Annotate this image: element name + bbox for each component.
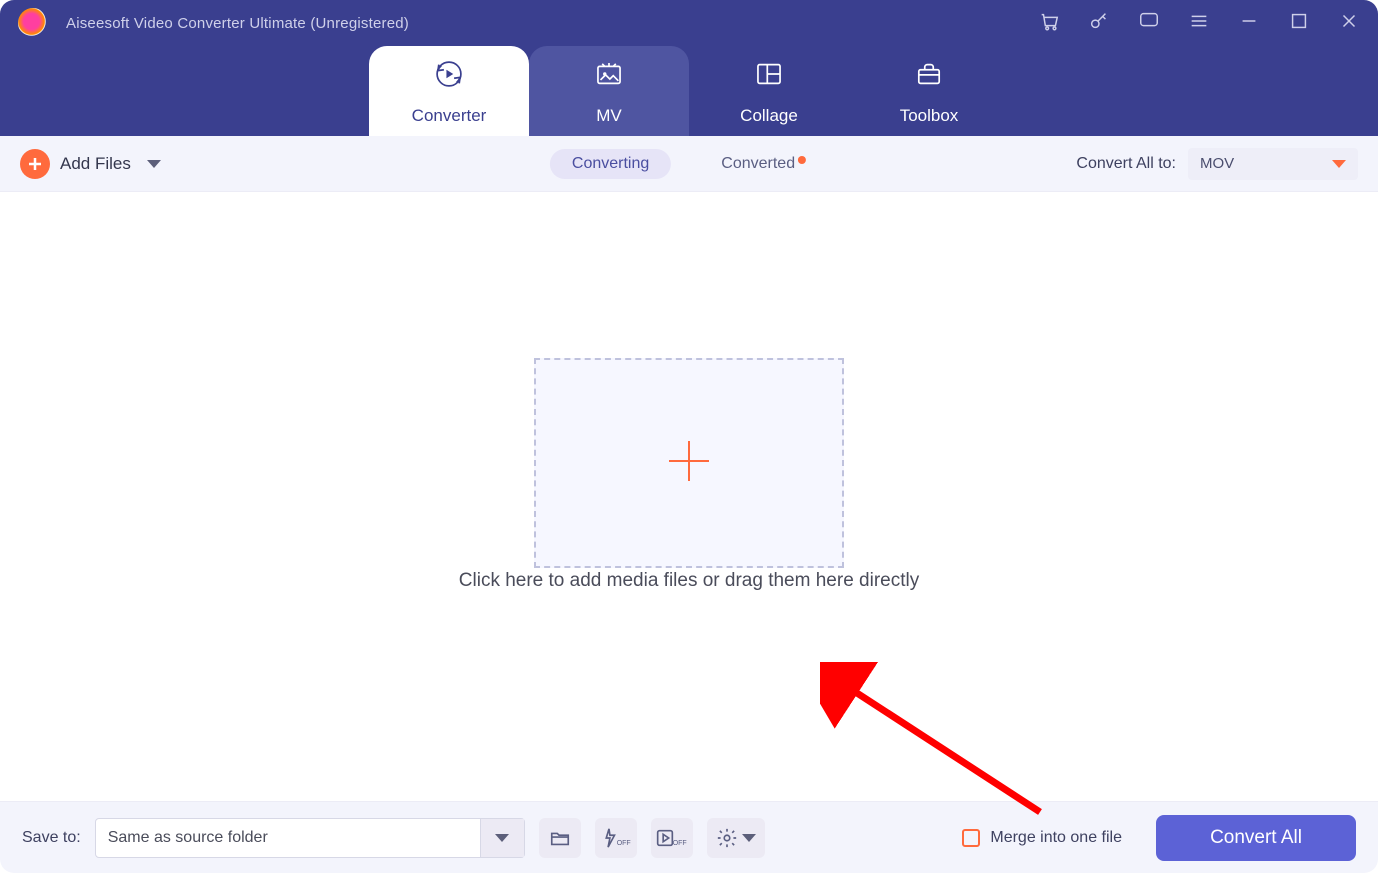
merge-label: Merge into one file: [990, 829, 1122, 847]
off-badge: OFF: [673, 840, 687, 847]
chevron-down-icon: [495, 834, 509, 842]
tab-label: Toolbox: [900, 106, 959, 126]
converting-pill[interactable]: Converting: [550, 149, 671, 179]
convert-all-to: Convert All to: MOV: [1076, 148, 1358, 180]
off-badge: OFF: [617, 840, 631, 847]
minimize-icon[interactable]: [1238, 10, 1260, 37]
maximize-icon[interactable]: [1288, 10, 1310, 37]
plus-icon: [20, 149, 50, 179]
pill-label: Converted: [721, 155, 795, 172]
converted-pill[interactable]: Converted: [699, 149, 828, 179]
settings-button[interactable]: [707, 818, 765, 858]
convert-all-to-label: Convert All to:: [1076, 155, 1176, 173]
add-files-label: Add Files: [60, 154, 131, 174]
save-to-dropdown-button[interactable]: [480, 819, 524, 857]
key-icon[interactable]: [1088, 10, 1110, 37]
tab-label: Collage: [740, 106, 798, 126]
chevron-down-icon: [147, 155, 161, 173]
tab-collage[interactable]: Collage: [689, 46, 849, 136]
menu-icon[interactable]: [1188, 10, 1210, 37]
save-to-value: Same as source folder: [96, 829, 480, 847]
notification-dot-icon: [798, 156, 806, 164]
dropzone-hint: Click here to add media files or drag th…: [459, 570, 919, 592]
format-select[interactable]: MOV: [1188, 148, 1358, 180]
collage-icon: [752, 57, 786, 96]
chevron-down-icon: [1332, 160, 1346, 168]
main-area: Click here to add media files or drag th…: [0, 192, 1378, 801]
save-to-select[interactable]: Same as source folder: [95, 818, 525, 858]
header-tabs: Converter MV Collage Toolbox: [0, 46, 1378, 136]
close-icon[interactable]: [1338, 10, 1360, 37]
chevron-down-icon: [742, 834, 756, 842]
tab-toolbox[interactable]: Toolbox: [849, 46, 1009, 136]
gpu-acceleration-button[interactable]: OFF: [595, 818, 637, 858]
pill-label: Converting: [572, 155, 649, 172]
toolbox-icon: [912, 57, 946, 96]
status-filter: Converting Converted: [550, 149, 828, 179]
tab-mv[interactable]: MV: [529, 46, 689, 136]
format-value: MOV: [1200, 155, 1234, 172]
tab-converter[interactable]: Converter: [369, 46, 529, 136]
converter-icon: [432, 57, 466, 96]
window-controls: [1038, 10, 1360, 37]
convert-all-button[interactable]: Convert All: [1156, 815, 1356, 861]
merge-checkbox[interactable]: Merge into one file: [962, 829, 1122, 847]
add-files-button[interactable]: Add Files: [20, 149, 161, 179]
app-title: Aiseesoft Video Converter Ultimate (Unre…: [66, 15, 409, 32]
save-to-label: Save to:: [22, 829, 81, 847]
tab-label: MV: [596, 106, 622, 126]
open-folder-button[interactable]: [539, 818, 581, 858]
titlebar: Aiseesoft Video Converter Ultimate (Unre…: [0, 0, 1378, 46]
tab-label: Converter: [412, 106, 487, 126]
feedback-icon[interactable]: [1138, 10, 1160, 37]
footer: Save to: Same as source folder OFF OFF M…: [0, 801, 1378, 873]
high-speed-button[interactable]: OFF: [651, 818, 693, 858]
toolbar: Add Files Converting Converted Convert A…: [0, 136, 1378, 192]
add-media-dropzone[interactable]: [534, 358, 844, 568]
plus-icon: [661, 433, 717, 494]
checkbox-icon: [962, 829, 980, 847]
app-logo-icon: [18, 8, 48, 38]
convert-all-label: Convert All: [1210, 827, 1302, 849]
cart-icon[interactable]: [1038, 10, 1060, 37]
mv-icon: [592, 57, 626, 96]
